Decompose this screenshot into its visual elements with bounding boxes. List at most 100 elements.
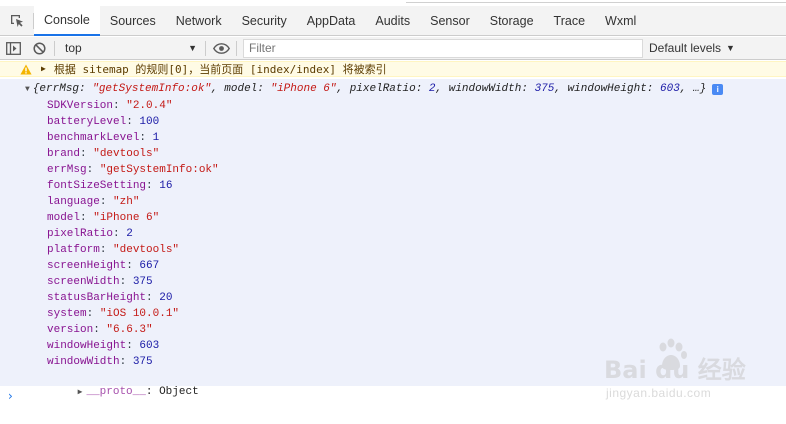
expand-triangle-icon[interactable]: ▶ xyxy=(41,64,46,74)
property-key: SDKVersion xyxy=(47,100,114,112)
property-row[interactable]: windowHeight: 603 xyxy=(47,338,219,354)
toolbar-divider xyxy=(205,40,206,56)
property-row[interactable]: language: "zh" xyxy=(47,194,219,210)
proto-row[interactable]: ▶ __proto__: Object xyxy=(38,368,199,398)
console-prompt[interactable]: › xyxy=(0,387,786,405)
property-key: language xyxy=(47,196,100,208)
summary-tail: , …} xyxy=(679,83,707,95)
toolbar-divider xyxy=(54,40,55,56)
summary-value: "getSystemInfo:ok" xyxy=(92,83,212,95)
log-levels-label: Default levels xyxy=(649,41,722,55)
property-value: 375 xyxy=(132,276,153,288)
tab-network[interactable]: Network xyxy=(166,6,232,36)
tab-sources[interactable]: Sources xyxy=(100,6,166,36)
property-row[interactable]: platform: "devtools" xyxy=(47,242,219,258)
collapse-triangle-icon[interactable]: ▼ xyxy=(25,85,30,94)
summary-key: errMsg xyxy=(39,83,80,95)
system-info-object: ▼ { errMsg: "getSystemInfo:ok", model: "… xyxy=(0,79,786,398)
warning-icon xyxy=(20,64,32,75)
console-output: ▶ 根据 sitemap 的规则[0]，当前页面 [index/index] 将… xyxy=(0,61,786,424)
property-row[interactable]: statusBarHeight: 20 xyxy=(47,290,219,306)
property-key: screenWidth xyxy=(47,276,120,288)
caret-down-icon: ▼ xyxy=(188,43,197,53)
summary-key: pixelRatio xyxy=(349,83,416,95)
property-value: "2.0.4" xyxy=(126,100,173,112)
toolbar-divider xyxy=(236,40,237,56)
console-toolbar: top ▼ Default levels ▼ xyxy=(0,37,786,60)
property-value: 16 xyxy=(159,180,173,192)
tab-audits[interactable]: Audits xyxy=(365,6,420,36)
property-row[interactable]: screenHeight: 667 xyxy=(47,258,219,274)
property-key: pixelRatio xyxy=(47,228,114,240)
property-key: batteryLevel xyxy=(47,116,127,128)
property-key: model xyxy=(47,212,81,224)
property-value: 375 xyxy=(132,356,153,368)
sidebar-toggle-icon xyxy=(5,41,21,55)
property-row[interactable]: model: "iPhone 6" xyxy=(47,210,219,226)
context-selector[interactable]: top ▼ xyxy=(57,37,203,60)
property-row[interactable]: version: "6.6.3" xyxy=(47,322,219,338)
tab-storage[interactable]: Storage xyxy=(480,6,544,36)
summary-value: "iPhone 6" xyxy=(270,83,337,95)
sidebar-toggle-button[interactable] xyxy=(0,37,26,60)
property-row[interactable]: fontSizeSetting: 16 xyxy=(47,178,219,194)
tab-sensor[interactable]: Sensor xyxy=(420,6,480,36)
property-key: benchmarkLevel xyxy=(47,132,140,144)
property-row[interactable]: pixelRatio: 2 xyxy=(47,226,219,242)
tab-wxml[interactable]: Wxml xyxy=(595,6,646,36)
context-selector-value: top xyxy=(65,41,82,55)
summary-value: 2 xyxy=(428,83,436,95)
property-row[interactable]: brand: "devtools" xyxy=(47,146,219,162)
property-value: "iOS 10.0.1" xyxy=(99,308,180,320)
property-key: version xyxy=(47,324,94,336)
property-row[interactable]: benchmarkLevel: 1 xyxy=(47,130,219,146)
summary-key: windowWidth xyxy=(448,83,522,95)
property-key: platform xyxy=(47,244,100,256)
warning-message[interactable]: ▶ 根据 sitemap 的规则[0]，当前页面 [index/index] 将… xyxy=(0,61,786,77)
log-levels-dropdown[interactable]: Default levels ▼ xyxy=(649,41,735,55)
summary-value: 603 xyxy=(660,83,680,95)
window-top-strip xyxy=(0,0,786,4)
property-key: fontSizeSetting xyxy=(47,180,147,192)
tab-list: Console Sources Network Security AppData Audi… xyxy=(34,6,646,36)
inspect-element-icon xyxy=(11,15,23,27)
property-value: 1 xyxy=(152,132,160,144)
summary-key: windowHeight xyxy=(567,83,647,95)
property-key: errMsg xyxy=(47,164,87,176)
clear-console-icon xyxy=(32,41,46,55)
property-key: system xyxy=(47,308,87,320)
property-value: 667 xyxy=(139,260,160,272)
devtools-tab-bar: Console Sources Network Security AppData Audi… xyxy=(0,6,786,36)
property-value: 100 xyxy=(139,116,160,128)
info-icon[interactable]: i xyxy=(712,83,724,95)
caret-down-icon: ▼ xyxy=(726,43,735,53)
property-value: 603 xyxy=(139,340,160,352)
summary-value: 375 xyxy=(534,83,555,95)
property-key: windowWidth xyxy=(47,356,120,368)
property-key: windowHeight xyxy=(47,340,127,352)
filter-input[interactable] xyxy=(243,38,643,58)
object-summary[interactable]: ▼ { errMsg: "getSystemInfo:ok", model: "… xyxy=(25,82,724,96)
clear-console-button[interactable] xyxy=(26,37,52,60)
property-value: "devtools" xyxy=(93,148,160,160)
property-row[interactable]: SDKVersion: "2.0.4" xyxy=(47,98,219,114)
live-expression-icon xyxy=(212,42,230,54)
tab-appdata[interactable]: AppData xyxy=(297,6,366,36)
summary-open-brace: { xyxy=(32,83,40,95)
property-value: "getSystemInfo:ok" xyxy=(99,164,219,176)
property-key: brand xyxy=(47,148,81,160)
property-key: statusBarHeight xyxy=(47,292,147,304)
prompt-chevron-icon: › xyxy=(8,389,13,403)
inspect-element-button[interactable] xyxy=(0,6,34,36)
tab-console[interactable]: Console xyxy=(34,6,100,36)
property-row[interactable]: system: "iOS 10.0.1" xyxy=(47,306,219,322)
property-row[interactable]: screenWidth: 375 xyxy=(47,274,219,290)
property-value: 20 xyxy=(159,292,173,304)
tab-trace[interactable]: Trace xyxy=(544,6,596,36)
property-row[interactable]: errMsg: "getSystemInfo:ok" xyxy=(47,162,219,178)
property-row[interactable]: batteryLevel: 100 xyxy=(47,114,219,130)
summary-key: model xyxy=(224,83,258,95)
tab-security[interactable]: Security xyxy=(232,6,297,36)
property-value: "iPhone 6" xyxy=(93,212,160,224)
live-expression-button[interactable] xyxy=(208,37,234,60)
